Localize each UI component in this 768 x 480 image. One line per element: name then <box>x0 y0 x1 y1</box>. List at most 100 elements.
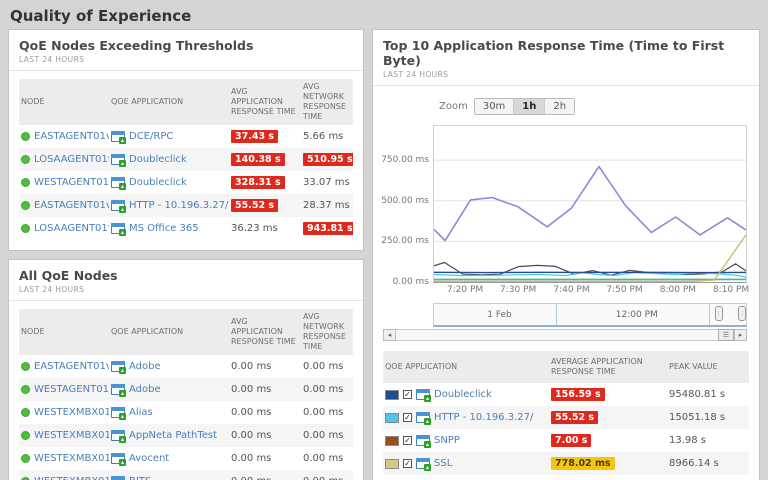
application-link[interactable]: MS Office 365 <box>129 223 199 234</box>
series-visibility-checkbox[interactable]: ✓ <box>403 436 412 445</box>
avg-network-response-cell: 510.95 s <box>301 151 353 168</box>
navigator-tick <box>556 304 557 325</box>
node-link[interactable]: WESTAGENT01v <box>34 384 109 395</box>
application-cell: ▴ MS Office 365 <box>109 221 229 236</box>
node-cell: WESTAGENT01v <box>19 175 109 190</box>
series-visibility-checkbox[interactable]: ✓ <box>403 390 412 399</box>
panel-title: QoE Nodes Exceeding Thresholds <box>19 38 353 53</box>
node-link[interactable]: EASTAGENT01v <box>34 200 109 211</box>
application-cell: ▴ Doubleclick <box>109 175 229 190</box>
application-link[interactable]: HTTP - 10.196.3.27/ <box>434 412 533 423</box>
avg-app-response-cell: 328.31 s <box>229 174 301 191</box>
app-arrow-badge: ▴ <box>119 160 126 167</box>
avg-network-response-cell: 0.00 ms <box>301 382 353 397</box>
chart-x-axis: 7:20 PM7:30 PM7:40 PM7:50 PM8:00 PM8:10 … <box>433 283 747 297</box>
x-axis-tick-label: 7:40 PM <box>553 285 589 295</box>
zoom-option-1h[interactable]: 1h <box>514 99 545 114</box>
column-header: PEAK VALUE <box>667 359 749 375</box>
application-link[interactable]: Adobe <box>129 384 161 395</box>
node-cell: WESTEXMBX01v <box>19 428 109 443</box>
qoe-application-icon: ▴ <box>111 177 125 188</box>
scrollbar-track[interactable] <box>396 329 718 341</box>
table-row: WESTAGENT01v▴Adobe0.00 ms0.00 ms <box>19 378 353 401</box>
qoe-application-icon: ▴ <box>416 412 430 423</box>
application-link[interactable]: DCE/RPC <box>129 131 173 142</box>
application-link[interactable]: Avocent <box>129 453 169 464</box>
node-link[interactable]: LOSAAGENT01v <box>34 154 109 165</box>
response-time-chart[interactable]: 750.00 ms500.00 ms250.00 ms0.00 ms <box>433 125 747 283</box>
application-link[interactable]: Doubleclick <box>129 177 187 188</box>
node-link[interactable]: WESTEXMBX01v <box>34 476 109 480</box>
threshold-badge: 510.95 s <box>303 153 353 166</box>
application-cell: ▴Adobe <box>109 382 229 397</box>
qoe-application-icon: ▴ <box>416 389 430 400</box>
qoe-application-icon: ▴ <box>111 223 125 234</box>
avg-app-response-cell: 7.00 s <box>549 432 667 449</box>
chart-range-navigator[interactable]: 1 Feb12:00 PM⋮⋮ <box>433 303 747 327</box>
node-status-up-icon <box>21 178 30 187</box>
threshold-badge: 55.52 s <box>551 411 598 424</box>
table-row: EASTAGENT01v▴HTTP - 10.196.3.27/55.52 s2… <box>19 194 353 217</box>
app-arrow-badge: ▴ <box>119 459 126 466</box>
application-link[interactable]: Doubleclick <box>434 389 492 400</box>
x-axis-tick-label: 7:50 PM <box>606 285 642 295</box>
application-link[interactable]: HTTP - 10.196.3.27/ <box>129 200 228 211</box>
table-row: WESTEXMBX01v▴Avocent0.00 ms0.00 ms <box>19 447 353 470</box>
value-text: 0.00 ms <box>303 476 343 480</box>
legend-row: ✓ ▴SNPP 7.00 s13.98 s <box>383 429 749 452</box>
application-link[interactable]: AppNeta PathTest <box>129 430 217 441</box>
all-qoe-nodes-table: NODEQOE APPLICATIONAVG APPLICATION RESPO… <box>19 309 353 480</box>
node-cell: WESTAGENT01v <box>19 382 109 397</box>
value-text: 0.00 ms <box>231 430 271 441</box>
peak-value-text: 8966.14 s <box>669 458 719 469</box>
node-link[interactable]: EASTAGENT01v <box>34 131 109 142</box>
qoe-application-icon: ▴ <box>111 131 125 142</box>
application-link[interactable]: Doubleclick <box>129 154 187 165</box>
node-link[interactable]: LOSAAGENT01v <box>34 223 109 234</box>
value-text: 0.00 ms <box>303 361 343 372</box>
navigator-handle[interactable]: ⋮ <box>738 306 746 321</box>
avg-app-response-cell: 37.43 s <box>229 128 301 145</box>
app-arrow-badge: ▴ <box>424 441 431 448</box>
panel-header: All QoE Nodes LAST 24 HOURS <box>9 260 363 301</box>
application-link[interactable]: BITS <box>129 476 151 480</box>
scroll-right-button[interactable]: ▸ <box>734 329 747 341</box>
zoom-option-2h[interactable]: 2h <box>545 99 574 114</box>
x-axis-tick-label: 8:10 PM <box>713 285 749 295</box>
navigator-tick <box>709 304 710 325</box>
value-text: 36.23 ms <box>231 223 278 234</box>
peak-value-text: 13.98 s <box>669 435 706 446</box>
value-text: 0.00 ms <box>231 361 271 372</box>
series-visibility-checkbox[interactable]: ✓ <box>403 413 412 422</box>
column-header: AVG NETWORK RESPONSE TIME <box>301 309 353 355</box>
node-link[interactable]: WESTAGENT01v <box>34 177 109 188</box>
series-visibility-checkbox[interactable]: ✓ <box>403 459 412 468</box>
panel-qoe-exceeding: QoE Nodes Exceeding Thresholds LAST 24 H… <box>8 29 364 251</box>
app-arrow-badge: ▴ <box>119 436 126 443</box>
node-link[interactable]: WESTEXMBX01v <box>34 430 109 441</box>
application-link[interactable]: SSL <box>434 458 452 469</box>
node-link[interactable]: WESTEXMBX01v <box>34 453 109 464</box>
table-row: WESTEXMBX01v ▴AppNeta PathTest 0.00 ms 0.00… <box>19 424 353 447</box>
scrollbar-grip[interactable]: ☰ <box>718 329 734 341</box>
y-axis-tick-label: 500.00 ms <box>381 196 429 206</box>
node-link[interactable]: WESTEXMBX01v <box>34 407 109 418</box>
application-link[interactable]: Adobe <box>129 361 161 372</box>
column-header: AVG NETWORK RESPONSE TIME <box>301 79 353 125</box>
value-text: 0.00 ms <box>303 384 343 395</box>
zoom-button-group: 30m1h2h <box>474 98 575 115</box>
zoom-control: Zoom 30m1h2h <box>439 98 749 115</box>
zoom-option-30m[interactable]: 30m <box>475 99 514 114</box>
avg-network-response-cell: 0.00 ms <box>301 428 353 443</box>
scroll-left-button[interactable]: ◂ <box>383 329 396 341</box>
navigator-handle[interactable]: ⋮ <box>715 306 723 321</box>
peak-value-cell: 95480.81 s <box>667 387 749 402</box>
application-link[interactable]: Alias <box>129 407 153 418</box>
application-link[interactable]: SNPP <box>434 435 460 446</box>
node-cell: LOSAAGENT01v <box>19 221 109 236</box>
table-row: EASTAGENT01v▴DCE/RPC37.43 s5.66 ms <box>19 125 353 148</box>
node-link[interactable]: EASTAGENT01v <box>34 361 109 372</box>
peak-value-cell: 15051.18 s <box>667 410 749 425</box>
qoe-application-icon: ▴ <box>416 458 430 469</box>
avg-app-response-cell: 0.00 ms <box>229 474 301 480</box>
